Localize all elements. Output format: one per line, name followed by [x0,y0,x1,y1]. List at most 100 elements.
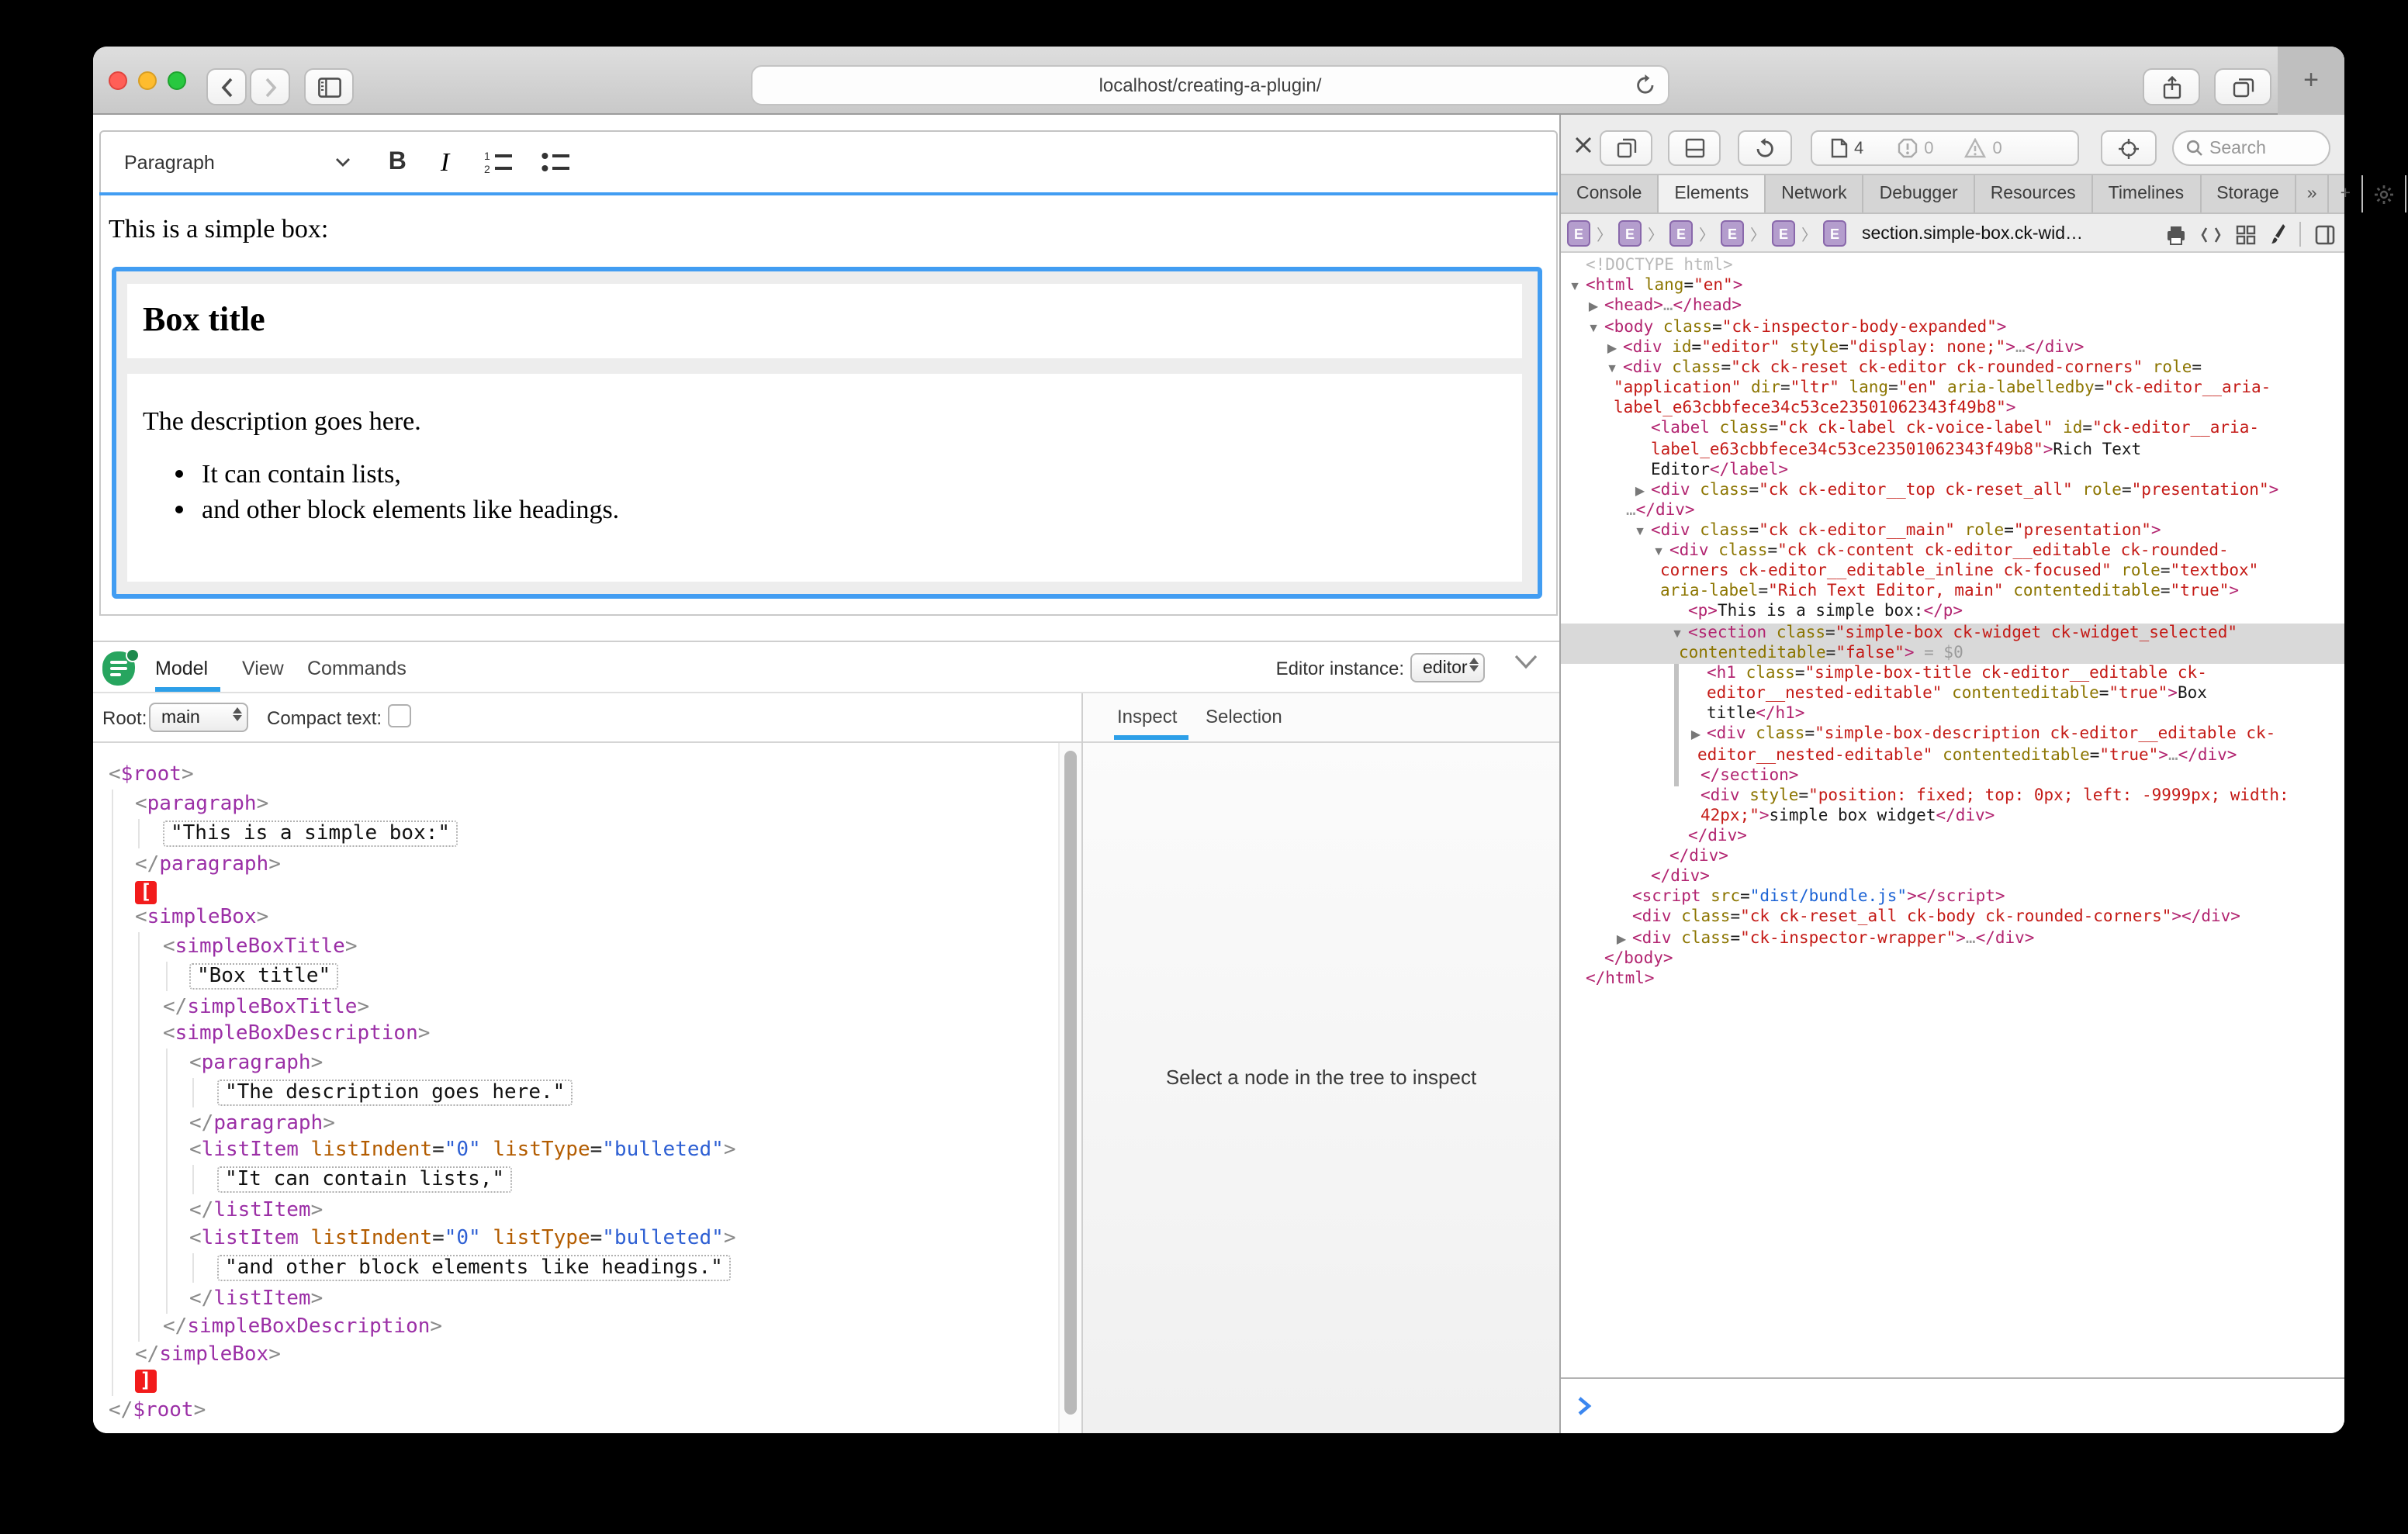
scrollbar-thumb[interactable] [1064,751,1077,1415]
sidebar-button[interactable] [304,68,354,105]
dom-tree-line[interactable]: label_e63cbbfece34c53ce23501062343f49b8"… [1651,441,2141,461]
dom-tree-line[interactable]: </div> [1688,827,1747,848]
tab-selection[interactable]: Selection [1206,706,1282,727]
dom-tree-line[interactable]: <label class="ck ck-label ck-voice-label… [1651,419,2259,440]
model-tree-line[interactable]: </simpleBoxTitle> [163,993,369,1022]
dom-tree-line[interactable]: <section class="simple-box ck-widget ck-… [1688,624,2237,644]
chevron-down-icon[interactable] [336,157,351,168]
model-text-node[interactable]: "and other block elements like headings.… [217,1253,731,1283]
back-button[interactable] [206,68,247,105]
element-crumb[interactable]: E [1772,220,1795,247]
dom-tree-line[interactable]: title</h1> [1707,704,1804,725]
devtools-tab-network[interactable]: Network [1766,175,1863,212]
dom-tree-line[interactable]: <div class="ck ck-editor__main" role="pr… [1651,521,2161,542]
disclosure-closed-icon[interactable]: ▶ [1688,724,1704,745]
split-console-button[interactable] [1668,130,1721,166]
disclosure-open-icon[interactable]: ▼ [1586,318,1601,339]
dom-tree-line[interactable]: aria-label="Rich Text Editor, main" cont… [1660,582,2239,603]
tab-model[interactable]: Model [155,658,208,679]
italic-button[interactable]: I [441,147,449,178]
dom-tree-line[interactable]: </div> [1651,867,1710,888]
disclosure-closed-icon[interactable]: ▶ [1604,338,1620,359]
model-tree-line[interactable]: </listItem> [189,1284,323,1314]
simple-box-widget[interactable]: Box title The description goes here. It … [112,267,1542,599]
model-tree-line[interactable]: </paragraph> [135,850,281,879]
dom-tree-line[interactable]: <script src="dist/bundle.js"></script> [1632,887,2005,908]
model-tree-line[interactable]: <$root> [109,760,194,789]
model-text-node[interactable]: "This is a simple box:" [163,819,458,848]
element-crumb[interactable]: E [1567,220,1590,247]
model-tree-line[interactable]: <simpleBox> [135,903,268,932]
code-brackets-icon[interactable] [2200,226,2222,243]
dom-tree-line[interactable]: editor__nested-editable" contenteditable… [1697,746,2237,767]
model-text-node[interactable]: "The description goes here." [217,1078,573,1107]
dom-tree-line[interactable]: <head>…</head> [1604,296,1742,317]
details-sidebar-icon[interactable] [2315,224,2335,244]
bold-button[interactable]: B [389,148,407,176]
dom-tree-line[interactable]: <div class="ck-inspector-wrapper">…</div… [1632,929,2034,950]
dom-tree-line[interactable]: <!DOCTYPE html> [1586,256,1733,277]
new-tab-button[interactable]: + [2330,175,2363,212]
model-tree-line[interactable]: <simpleBoxTitle> [163,932,357,962]
model-tree-line[interactable]: <listItem listIndent="0" listType="bulle… [189,1135,736,1165]
reload-button[interactable] [1635,74,1656,96]
console-prompt-bar[interactable] [1561,1377,2344,1433]
tab-overview-button[interactable] [2214,68,2271,105]
root-select[interactable]: main [149,703,248,732]
address-bar[interactable]: localhost/creating-a-plugin/ [751,65,1669,105]
dom-tree-line[interactable]: …</div> [1626,501,1695,522]
forward-button[interactable] [250,68,290,105]
model-tree-line[interactable]: </paragraph> [189,1109,335,1138]
disclosure-closed-icon[interactable]: ▶ [1632,481,1648,502]
model-text-node[interactable]: "Box title" [189,962,338,991]
disclosure-open-icon[interactable]: ▼ [1604,358,1620,379]
intro-paragraph[interactable]: This is a simple box: [109,214,328,245]
disclosure-open-icon[interactable]: ▼ [1669,624,1685,644]
devtools-tab-storage[interactable]: Storage [2201,175,2296,212]
tab-commands[interactable]: Commands [307,658,407,679]
breadcrumb-selected[interactable]: section.simple-box.ck-wid… [1862,224,2083,243]
dom-tree-line[interactable]: 42px;">simple box widget</div> [1700,807,1995,827]
tab-overflow-button[interactable]: » [2296,175,2330,212]
dom-tree-line[interactable]: <div style="position: fixed; top: 0px; l… [1700,786,2289,807]
inspector-collapse-button[interactable] [1514,655,1538,670]
dom-tree-line[interactable]: </html> [1586,969,1655,990]
traffic-light-minimize[interactable] [138,71,157,90]
dom-tree-line[interactable]: <div class="ck ck-reset ck-editor ck-rou… [1623,358,2202,379]
print-icon[interactable] [2166,224,2186,244]
tab-inspect[interactable]: Inspect [1117,706,1177,727]
tab-view[interactable]: View [242,658,284,679]
devtools-tab-debugger[interactable]: Debugger [1864,175,1975,212]
disclosure-closed-icon[interactable]: ▶ [1614,929,1629,950]
element-crumb[interactable]: E [1721,220,1744,247]
element-picker-button[interactable] [2101,130,2157,166]
dom-tree-line[interactable]: <p>This is a simple box:</p> [1688,602,1963,623]
issues-summary-button[interactable]: 4 0 0 [1811,130,2079,166]
devtools-close-button[interactable] [1573,135,1593,155]
grid-icon[interactable] [2236,224,2256,244]
dom-tree-line[interactable]: <body class="ck-inspector-body-expanded"… [1604,318,2006,339]
selection-marker[interactable]: ] [135,1366,157,1396]
devtools-reload-button[interactable] [1738,130,1792,166]
compact-text-checkbox[interactable] [388,704,411,727]
dom-tree-line[interactable]: </body> [1604,949,1673,970]
simple-box-description-area[interactable]: The description goes here. It can contai… [127,374,1522,582]
model-tree-line[interactable]: <listItem listIndent="0" listType="bulle… [189,1224,736,1253]
model-tree-line[interactable]: <simpleBoxDescription> [163,1019,430,1049]
traffic-light-zoom[interactable] [168,71,186,90]
element-crumb[interactable]: E [1823,220,1846,247]
share-button[interactable] [2143,68,2200,105]
dom-tree-line[interactable]: <div id="editor" style="display: none;">… [1623,338,2084,359]
dom-tree-line[interactable]: <div class="ck ck-content ck-editor__edi… [1669,541,2229,562]
devtools-tab-timelines[interactable]: Timelines [2093,175,2202,212]
dom-tree-line[interactable]: </section> [1700,766,1798,787]
dom-tree-line[interactable]: <div class="ck ck-reset_all ck-body ck-r… [1632,907,2240,928]
model-text-node[interactable]: "It can contain lists," [217,1165,512,1194]
element-crumb[interactable]: E [1669,220,1693,247]
dom-tree-line[interactable]: editor__nested-editable" contenteditable… [1707,684,2207,705]
dom-tree-line[interactable]: contenteditable="false"> = $0 [1679,644,1963,665]
devtools-tab-console[interactable]: Console [1561,175,1659,212]
dom-tree-line[interactable]: label_e63cbbfece34c53ce23501062343f49b8"… [1614,399,2015,420]
disclosure-open-icon[interactable]: ▼ [1567,276,1583,297]
model-tree-line[interactable]: </$root> [109,1396,206,1425]
